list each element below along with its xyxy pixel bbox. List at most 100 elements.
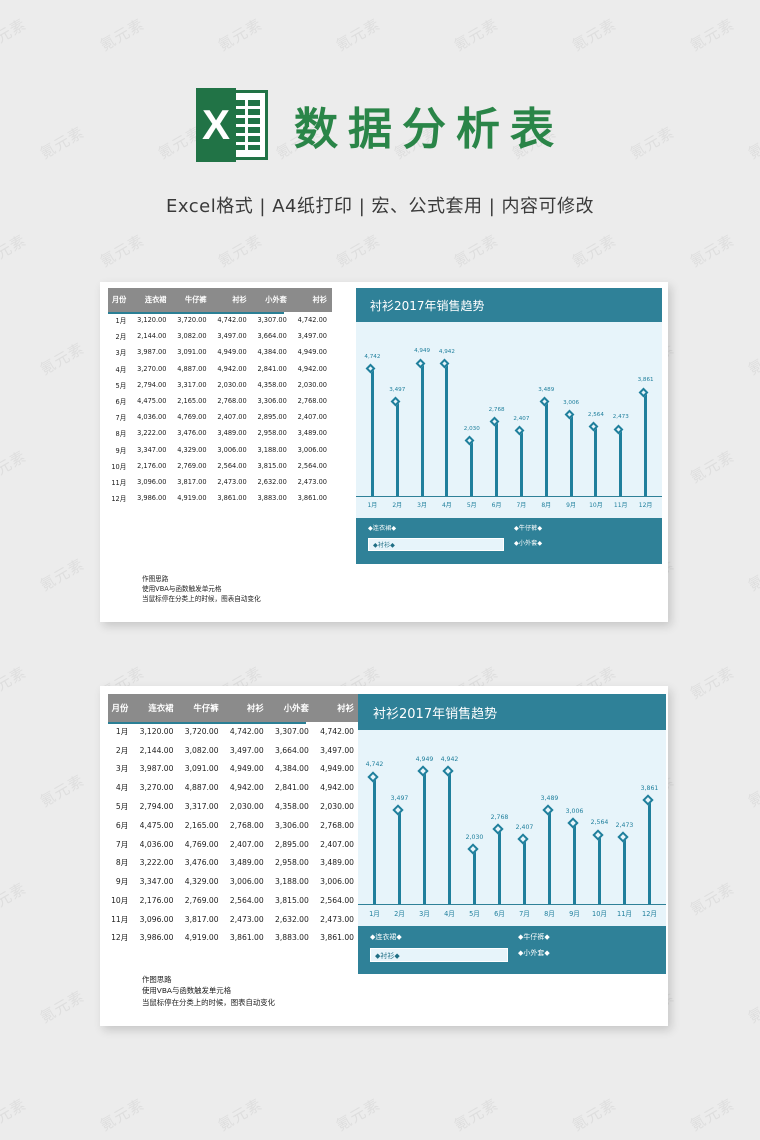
table-cell-value: 2,407.00: [292, 409, 332, 425]
table-cell-month: 1月: [108, 722, 134, 741]
chart-data-label: 4,942: [430, 756, 470, 763]
table-cell-value: 2,895.00: [252, 409, 292, 425]
table-cell-value: 2,030.00: [315, 797, 360, 816]
table-row: 8月3,222.003,476.003,489.002,958.003,489.…: [108, 853, 360, 872]
legend-shirt[interactable]: ◆衬衫◆: [368, 538, 504, 551]
table-cell-value: 3,096.00: [131, 474, 171, 490]
table-cell-month: 5月: [108, 797, 134, 816]
table-cell-value: 2,407.00: [225, 835, 270, 854]
chart-bar: [598, 836, 601, 904]
chart-bar: [498, 830, 501, 904]
legend-jeans[interactable]: ◆牛仔裤◆: [518, 932, 550, 942]
chart-data-marker: [642, 794, 653, 805]
table-cell-value: 3,861.00: [225, 929, 270, 948]
table-cell-value: 2,473.00: [212, 474, 252, 490]
watermark-text: 氪元素: [332, 13, 384, 55]
page-title: 数据分析表: [294, 93, 564, 157]
table-cell-value: 3,861.00: [212, 490, 252, 506]
table-header-underline: [108, 312, 284, 314]
note-line-1: 作图思路: [142, 974, 275, 985]
watermark-text: 氪元素: [450, 13, 502, 55]
table-cell-value: 4,942.00: [315, 778, 360, 797]
data-table-small-wrap: 月份连衣裙牛仔裤衬衫小外套衬衫 1月3,120.003,720.004,742.…: [108, 288, 332, 506]
table-cell-value: 3,720.00: [179, 722, 224, 741]
table-cell-value: 3,476.00: [171, 425, 211, 441]
chart-data-marker: [442, 766, 453, 777]
table-cell-value: 2,144.00: [134, 741, 179, 760]
table-column-header: 月份: [108, 694, 134, 722]
table-cell-month: 3月: [108, 344, 131, 360]
table-cell-value: 3,883.00: [270, 929, 315, 948]
table-cell-value: 4,919.00: [179, 929, 224, 948]
watermark-text: 氪元素: [96, 229, 148, 271]
table-row: 6月4,475.002,165.002,768.003,306.002,768.…: [108, 393, 332, 409]
table-cell-value: 4,384.00: [252, 344, 292, 360]
table-cell-month: 10月: [108, 891, 134, 910]
table-header-row: 月份连衣裙牛仔裤衬衫小外套衬衫: [108, 288, 332, 312]
table-cell-value: 4,475.00: [134, 816, 179, 835]
legend-dress[interactable]: ◆连衣裙◆: [368, 523, 396, 532]
note-line-3: 当鼠标停在分类上的时候，图表自动变化: [142, 997, 275, 1008]
table-cell-value: 3,883.00: [252, 490, 292, 506]
table-row: 7月4,036.004,769.002,407.002,895.002,407.…: [108, 409, 332, 425]
table-cell-value: 3,987.00: [134, 760, 179, 779]
table-cell-value: 2,564.00: [225, 891, 270, 910]
table-cell-value: 3,120.00: [134, 722, 179, 741]
chart-bar: [648, 801, 651, 904]
table-cell-month: 9月: [108, 872, 134, 891]
watermark-text: 氪元素: [744, 337, 760, 379]
chart-bar: [548, 811, 551, 904]
table-cell-value: 4,742.00: [292, 312, 332, 328]
page-root: 氪元素氪元素氪元素氪元素氪元素氪元素氪元素氪元素氪元素氪元素氪元素氪元素氪元素氪…: [0, 0, 760, 1140]
legend-jacket[interactable]: ◆小外套◆: [518, 948, 550, 958]
table-cell-value: 4,769.00: [179, 835, 224, 854]
table-cell-value: 2,794.00: [134, 797, 179, 816]
table-cell-value: 4,942.00: [292, 361, 332, 377]
legend-jacket[interactable]: ◆小外套◆: [514, 538, 542, 547]
legend-dress[interactable]: ◆连衣裙◆: [370, 932, 402, 942]
chart-data-label: 2,407: [501, 416, 541, 422]
table-cell-value: 2,030.00: [212, 377, 252, 393]
chart-data-marker: [617, 831, 628, 842]
chart-data-marker: [467, 843, 478, 854]
table-cell-value: 3,861.00: [292, 490, 332, 506]
chart-data-label: 3,497: [377, 387, 417, 393]
table-cell-value: 4,949.00: [292, 344, 332, 360]
chart-plot-large: 4,7421月3,4972月4,9493月4,9424月2,0305月2,768…: [358, 730, 666, 926]
table-cell-value: 4,329.00: [171, 442, 211, 458]
table-cell-value: 2,165.00: [171, 393, 211, 409]
watermark-text: 氪元素: [332, 1093, 384, 1135]
chart-card-small: 衬衫2017年销售趋势 4,7421月3,4972月4,9493月4,9424月…: [356, 288, 662, 564]
watermark-text: 氪元素: [0, 445, 30, 487]
table-row: 8月3,222.003,476.003,489.002,958.003,489.…: [108, 425, 332, 441]
chart-data-label: 3,489: [526, 387, 566, 393]
table-cell-value: 4,887.00: [179, 778, 224, 797]
table-column-header: 连衣裙: [131, 288, 171, 312]
table-cell-month: 4月: [108, 778, 134, 797]
table-cell-value: 3,720.00: [171, 312, 211, 328]
watermark-text: 氪元素: [686, 1093, 738, 1135]
table-cell-value: 4,358.00: [252, 377, 292, 393]
legend-jeans[interactable]: ◆牛仔裤◆: [514, 523, 542, 532]
chart-data-marker: [517, 833, 528, 844]
chart-legend-large: ◆连衣裙◆ ◆牛仔裤◆ ◆衬衫◆ ◆小外套◆: [358, 926, 666, 974]
chart-bar: [421, 364, 424, 496]
watermark-text: 氪元素: [568, 13, 620, 55]
preview-panel-small: 月份连衣裙牛仔裤衬衫小外套衬衫 1月3,120.003,720.004,742.…: [100, 282, 668, 622]
table-column-header: 小外套: [270, 694, 315, 722]
table-cell-value: 3,082.00: [179, 741, 224, 760]
table-cell-value: 4,742.00: [315, 722, 360, 741]
table-row: 12月3,986.004,919.003,861.003,883.003,861…: [108, 929, 360, 948]
notes-block-small: 作图思路 使用VBA与函数触发单元格 当鼠标停在分类上的时候，图表自动变化: [142, 574, 261, 605]
table-cell-value: 3,222.00: [134, 853, 179, 872]
legend-shirt[interactable]: ◆衬衫◆: [370, 948, 508, 962]
table-cell-value: 3,091.00: [171, 344, 211, 360]
watermark-text: 氪元素: [744, 985, 760, 1027]
table-cell-value: 2,407.00: [315, 835, 360, 854]
note-line-3: 当鼠标停在分类上的时候，图表自动变化: [142, 594, 261, 604]
chart-bar: [371, 370, 374, 496]
chart-data-label: 2,473: [601, 414, 641, 420]
chart-title-small: 衬衫2017年销售趋势: [356, 288, 662, 322]
table-cell-value: 2,473.00: [292, 474, 332, 490]
table-cell-value: 3,188.00: [270, 872, 315, 891]
